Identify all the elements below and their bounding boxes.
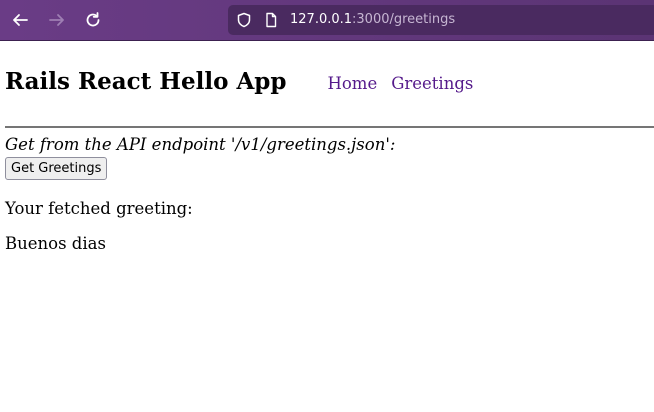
back-arrow-icon <box>13 14 28 26</box>
page-icon <box>266 12 277 28</box>
forward-button[interactable] <box>45 8 69 32</box>
header-divider <box>5 126 654 128</box>
api-endpoint-label: Get from the API endpoint '/v1/greetings… <box>5 135 396 154</box>
url-host: 127.0.0.1 <box>290 12 353 27</box>
shield-icon[interactable] <box>236 12 252 28</box>
forward-arrow-icon <box>49 14 64 26</box>
nav-link-home[interactable]: Home <box>327 74 377 93</box>
url-text[interactable]: 127.0.0.1:3000/greetings <box>290 5 455 35</box>
app-header: Rails React Hello App Home Greetings <box>5 68 473 98</box>
page-content: Rails React Hello App Home Greetings Get… <box>0 41 654 412</box>
nav-link-greetings[interactable]: Greetings <box>391 74 473 93</box>
url-path: :3000/greetings <box>352 12 456 27</box>
app-title: Rails React Hello App <box>5 68 287 95</box>
reload-button[interactable] <box>81 8 105 32</box>
greeting-text: Buenos dias <box>5 234 106 253</box>
fetched-greeting-label: Your fetched greeting: <box>5 199 193 218</box>
back-button[interactable] <box>8 8 32 32</box>
get-greetings-button[interactable]: Get Greetings <box>5 157 108 180</box>
address-bar[interactable]: 127.0.0.1:3000/greetings <box>228 5 654 35</box>
browser-toolbar: 127.0.0.1:3000/greetings <box>0 0 654 41</box>
reload-icon <box>86 12 100 27</box>
